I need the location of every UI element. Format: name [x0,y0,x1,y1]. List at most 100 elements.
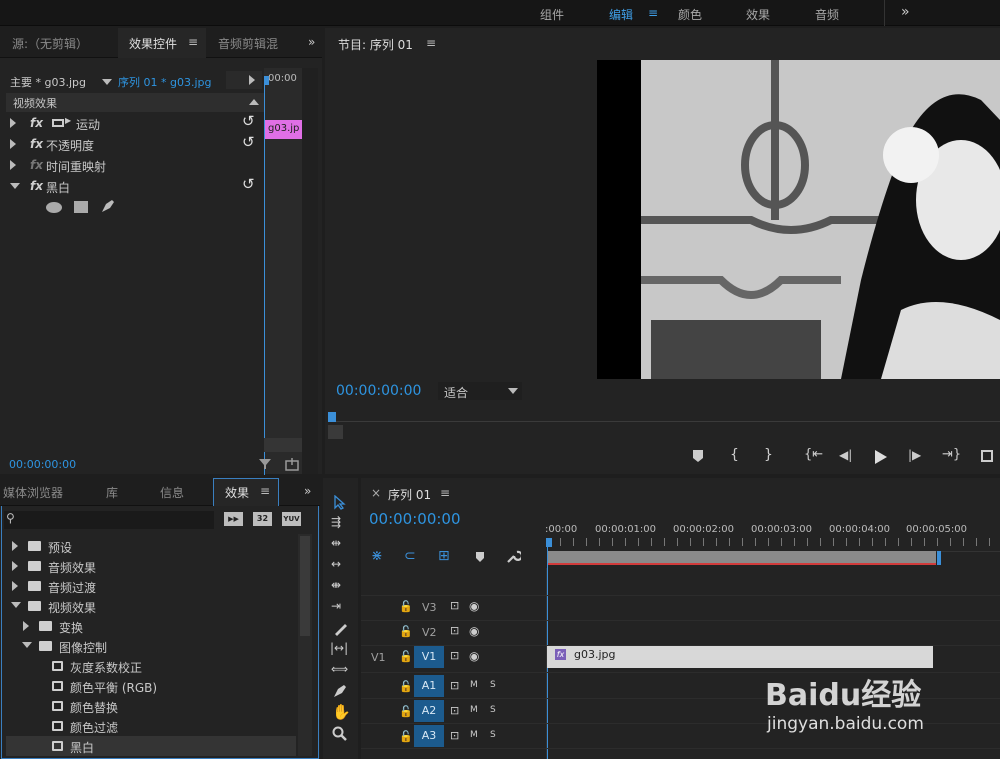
expand-time-remap-icon[interactable] [10,160,16,170]
razor-blade-icon[interactable] [332,621,348,637]
lock-icon[interactable]: 🔓 [399,730,413,743]
tree-item-audio-effects[interactable]: 音频效果 [48,559,96,576]
fx-icon[interactable]: fx [30,179,43,193]
razor-tool-icon[interactable]: ⇥ [331,599,341,613]
sync-lock-icon[interactable]: ⊡ [450,729,459,742]
mark-out-icon[interactable]: } [764,447,773,463]
sequence-clip-label[interactable]: 序列 01 * g03.jpg [118,74,211,90]
sync-lock-icon[interactable]: ⊡ [450,649,459,662]
tree-item-color-balance[interactable]: 颜色平衡 (RGB) [70,679,157,696]
accelerated-effects-icon[interactable]: ▶▶ [224,512,243,526]
timeline-title[interactable]: 序列 01 [388,486,431,503]
reset-motion-icon[interactable]: ↺ [242,112,255,130]
timeline-close-icon[interactable]: × [371,486,381,500]
add-edit-icon[interactable]: ⊞ [438,548,450,564]
expand-audio-effects-icon[interactable] [12,561,18,571]
mute-button[interactable]: M [470,680,478,690]
lock-icon[interactable]: 🔓 [399,680,413,693]
lock-icon[interactable]: 🔓 [399,705,413,718]
zoom-tool-icon[interactable] [332,726,348,742]
eye-icon[interactable]: ◉ [469,649,479,663]
ripple-edit-tool-icon[interactable]: ⇹ [331,536,341,550]
workspace-tab-audio[interactable]: 音频 [815,6,839,23]
export-icon[interactable] [285,457,301,471]
tab-effect-controls[interactable]: 效果控件 [129,35,177,52]
fit-dropdown-icon[interactable] [508,388,518,394]
tab-info[interactable]: 信息 [160,484,184,501]
sync-lock-icon[interactable]: ⊡ [450,679,459,692]
program-menu-icon[interactable]: ≡ [426,36,436,50]
expand-presets-icon[interactable] [12,541,18,551]
track-a2-label[interactable]: A2 [414,700,444,722]
tree-item-presets[interactable]: 预设 [48,539,72,556]
mute-button[interactable]: M [470,730,478,740]
add-marker-icon[interactable] [692,449,704,463]
work-area-bar[interactable] [547,551,936,565]
collapse-video-effects-icon[interactable] [11,602,21,608]
track-a3-label[interactable]: A3 [414,725,444,747]
rate-stretch-tool-icon[interactable]: ⇼ [331,578,341,592]
panel-menu-icon[interactable]: ≡ [188,35,198,49]
track-a1-label[interactable]: A1 [414,675,444,697]
expand-motion-icon[interactable] [10,118,16,128]
step-back-icon[interactable]: ◀| [839,448,852,462]
tab-effects[interactable]: 效果 [225,484,249,501]
lock-icon[interactable]: 🔓 [399,625,413,638]
play-clip-icon[interactable] [249,75,255,85]
yuv-effects-icon[interactable]: YUV [282,512,301,526]
timeline-marker-icon[interactable] [475,551,485,563]
tree-item-transform[interactable]: 变换 [59,619,83,636]
go-to-out-icon[interactable]: ⇥} [942,447,961,462]
workspace-tab-assembly[interactable]: 组件 [540,6,564,23]
wrench-icon[interactable] [506,549,521,564]
source-v1-label[interactable]: V1 [371,651,386,664]
track-v2-label[interactable]: V2 [422,626,437,639]
collapse-image-control-icon[interactable] [22,642,32,648]
effects-scroll-thumb[interactable] [300,536,310,636]
expand-transform-icon[interactable] [23,621,29,631]
slide-tool-icon[interactable]: ⟺ [331,662,348,676]
tab-media-browser[interactable]: 媒体浏览器 [3,484,63,501]
solo-button[interactable]: S [490,680,496,690]
transform-icon[interactable] [52,119,64,127]
master-clip-label[interactable]: 主要 * g03.jpg [10,74,86,90]
program-ruler[interactable] [328,410,1000,422]
ellipse-mask-icon[interactable] [46,202,62,213]
collapse-bw-icon[interactable] [10,183,20,189]
master-dropdown-icon[interactable] [102,79,112,85]
tree-item-color-replace[interactable]: 颜色替换 [70,699,118,716]
tree-item-gamma[interactable]: 灰度系数校正 [70,659,142,676]
track-v1-label[interactable]: V1 [414,646,444,668]
workspace-more-icon[interactable]: » [901,4,910,20]
timeline-timecode[interactable]: 00:00:00:00 [369,510,461,528]
tree-item-black-white[interactable]: 黑白 [70,739,94,756]
tab-source[interactable]: 源:（无剪辑） [12,35,88,52]
tab-audio-clip-mixer[interactable]: 音频剪辑混 [218,35,278,52]
selection-tool-icon[interactable] [334,495,346,510]
reset-opacity-icon[interactable]: ↺ [242,133,255,151]
tree-item-color-pass[interactable]: 颜色过滤 [70,719,118,736]
zoom-handle[interactable] [328,425,343,439]
rect-mask-icon[interactable] [74,201,88,213]
eye-icon[interactable]: ◉ [469,624,479,638]
expand-audio-transitions-icon[interactable] [12,581,18,591]
mute-button[interactable]: M [470,705,478,715]
reset-bw-icon[interactable]: ↺ [242,175,255,193]
solo-button[interactable]: S [490,730,496,740]
mini-clip[interactable]: g03.jp [265,120,302,139]
expand-opacity-icon[interactable] [10,139,16,149]
work-area-end[interactable] [937,551,941,565]
mini-timeline-scroll[interactable] [302,68,318,474]
eye-icon[interactable]: ◉ [469,599,479,613]
effects-more-icon[interactable]: » [304,484,311,498]
collapse-icon[interactable] [249,99,259,105]
effect-time-remap[interactable]: 时间重映射 [46,158,106,175]
timeline-menu-icon[interactable]: ≡ [440,486,450,500]
solo-button[interactable]: S [490,705,496,715]
mark-in-icon[interactable]: { [730,447,739,463]
tree-item-image-control[interactable]: 图像控制 [59,639,107,656]
go-to-in-icon[interactable]: {⇤ [804,447,823,462]
linked-selection-icon[interactable]: ⊂ [404,548,416,564]
workspace-menu-icon[interactable]: ≡ [648,6,658,20]
effects-menu-icon[interactable]: ≡ [260,484,270,498]
